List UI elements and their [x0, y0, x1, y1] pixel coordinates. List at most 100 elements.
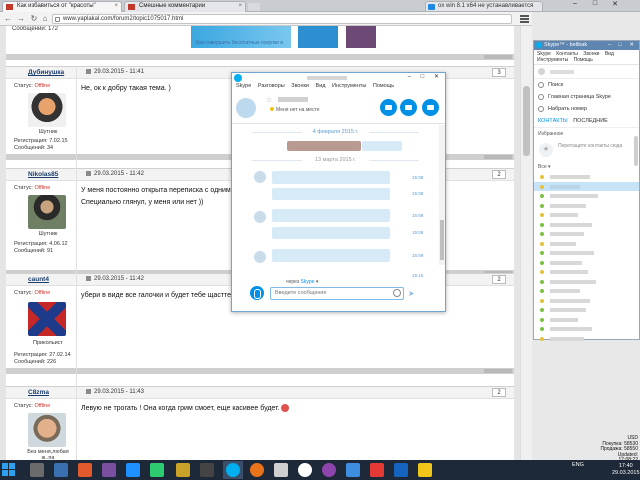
back-icon[interactable]: ← [3, 14, 13, 24]
tab-win81[interactable]: ox win 8.1 x64 не устанавливается [425, 1, 543, 12]
user-avatar[interactable] [28, 413, 66, 447]
menu-view[interactable]: Вид [605, 51, 614, 57]
forward-icon[interactable]: → [16, 14, 26, 24]
close-icon[interactable]: ✕ [608, 0, 622, 10]
attach-icon[interactable] [250, 286, 264, 300]
message-bubble[interactable] [272, 171, 390, 184]
home-row[interactable]: Главная страница Skype [534, 91, 639, 103]
menu-view[interactable]: Вид [316, 83, 326, 89]
contacts-filter[interactable]: Все ▾ [534, 162, 639, 172]
taskbar-app-icon[interactable] [418, 463, 432, 477]
contact-item[interactable] [534, 201, 639, 211]
menu-help[interactable]: Помощь [574, 57, 593, 63]
contacts-scrollbar[interactable] [634, 136, 638, 166]
scrollbar-thumb[interactable] [440, 220, 444, 260]
menu-tools[interactable]: Инструменты [332, 83, 366, 89]
ad-image[interactable] [298, 26, 338, 48]
profile-row[interactable] [534, 65, 639, 79]
post-number-badge[interactable]: 2 [492, 170, 506, 179]
taskbar-app-icon[interactable] [394, 463, 408, 477]
contact-item[interactable] [534, 258, 639, 268]
send-via[interactable]: через Skype ▾ [286, 279, 318, 285]
username-link[interactable]: caunt4 [28, 276, 49, 283]
message-bubble[interactable] [362, 141, 402, 151]
page-scrollbar[interactable] [520, 26, 532, 460]
contact-item[interactable] [534, 296, 639, 306]
dial-row[interactable]: Набрать номер [534, 103, 639, 115]
menu-help[interactable]: Помощь [373, 83, 394, 89]
voice-call-button[interactable] [400, 99, 417, 116]
scrollbar-thumb[interactable] [523, 86, 530, 156]
window-controls[interactable]: – □ ✕ [608, 41, 637, 50]
url-field[interactable]: www.yaplakal.com/forum2/topic1075017.htm… [52, 14, 512, 24]
ad-image[interactable] [346, 26, 376, 48]
taskbar-app-icon[interactable] [274, 463, 288, 477]
window-controls[interactable]: – □ ✕ [408, 73, 443, 80]
ad-link[interactable]: Как совершить бесплатные покупки в [196, 40, 283, 46]
contact-item[interactable] [534, 267, 639, 277]
username-link[interactable]: C8zma [28, 389, 49, 396]
message-bubble[interactable] [287, 141, 361, 151]
taskbar-app-icon[interactable] [54, 463, 68, 477]
firefox-icon[interactable] [250, 463, 264, 477]
message-bubble[interactable] [272, 188, 390, 200]
message-bubble[interactable] [272, 227, 390, 239]
contact-item[interactable] [534, 239, 639, 249]
contact-item[interactable] [534, 334, 639, 344]
contact-item[interactable] [534, 210, 639, 220]
search-row[interactable]: Поиск [534, 79, 639, 91]
home-icon[interactable]: ⌂ [40, 14, 50, 24]
add-contact-button[interactable] [422, 99, 439, 116]
username-link[interactable]: Nikolas85 [28, 171, 58, 178]
taskbar-app-icon[interactable] [346, 463, 360, 477]
contact-item[interactable] [534, 277, 639, 287]
taskbar-app-icon[interactable] [102, 463, 116, 477]
contact-item[interactable] [534, 248, 639, 258]
contact-item[interactable] [534, 286, 639, 296]
contact-item-selected[interactable] [534, 181, 639, 191]
close-tab-icon[interactable]: × [114, 3, 118, 9]
user-avatar[interactable] [28, 195, 66, 229]
menu-tools[interactable]: Инструменты [537, 57, 568, 63]
menu-icon[interactable] [520, 15, 529, 23]
user-avatar[interactable] [28, 302, 66, 336]
emoticon-icon[interactable] [393, 289, 401, 297]
favorite-star-icon[interactable]: ☆ [266, 96, 272, 104]
post-number-badge[interactable]: 2 [492, 388, 506, 397]
contact-item[interactable] [534, 324, 639, 334]
message-input[interactable]: Введите сообщение [270, 287, 404, 300]
tab-recent[interactable]: ПОСЛЕДНИЕ [573, 118, 608, 124]
skype-icon[interactable] [226, 463, 240, 477]
contact-item[interactable] [534, 191, 639, 201]
username-link[interactable]: Дубинушка [28, 69, 64, 76]
minimize-icon[interactable]: – [568, 0, 582, 10]
message-bubble[interactable] [272, 249, 390, 262]
clock[interactable]: 17:40 29.03.2015 [612, 463, 640, 477]
taskbar-app-icon[interactable] [200, 463, 214, 477]
chat-scrollbar[interactable] [439, 125, 445, 265]
taskbar-app-icon[interactable] [126, 463, 140, 477]
menu-skype[interactable]: Skype [236, 83, 251, 89]
viber-icon[interactable] [322, 463, 336, 477]
post-number-badge[interactable]: 3 [492, 68, 506, 77]
taskbar-app-icon[interactable] [30, 463, 44, 477]
tab-contacts[interactable]: КОНТАКТЫ [538, 118, 568, 124]
taskbar-app-icon[interactable] [298, 463, 312, 477]
tab-active[interactable]: Как избавиться от "красоты" × [2, 1, 122, 12]
video-call-button[interactable] [380, 99, 397, 116]
language-indicator[interactable]: ENG [572, 462, 584, 468]
maximize-icon[interactable]: □ [588, 0, 602, 10]
favorites-dropzone[interactable]: ★ Перетащите контакты сюда [534, 140, 639, 162]
send-icon[interactable]: ➤ [408, 289, 415, 298]
taskbar-app-icon[interactable] [176, 463, 190, 477]
contact-item[interactable] [534, 305, 639, 315]
contact-item[interactable] [534, 229, 639, 239]
contact-item[interactable] [534, 220, 639, 230]
message-bubble[interactable] [272, 209, 390, 222]
menu-calls[interactable]: Звонки [291, 83, 309, 89]
close-tab-icon[interactable]: × [238, 3, 242, 9]
taskbar-app-icon[interactable] [150, 463, 164, 477]
contact-avatar[interactable] [236, 98, 256, 118]
taskbar-app-icon[interactable] [78, 463, 92, 477]
reload-icon[interactable]: ↻ [29, 14, 39, 24]
